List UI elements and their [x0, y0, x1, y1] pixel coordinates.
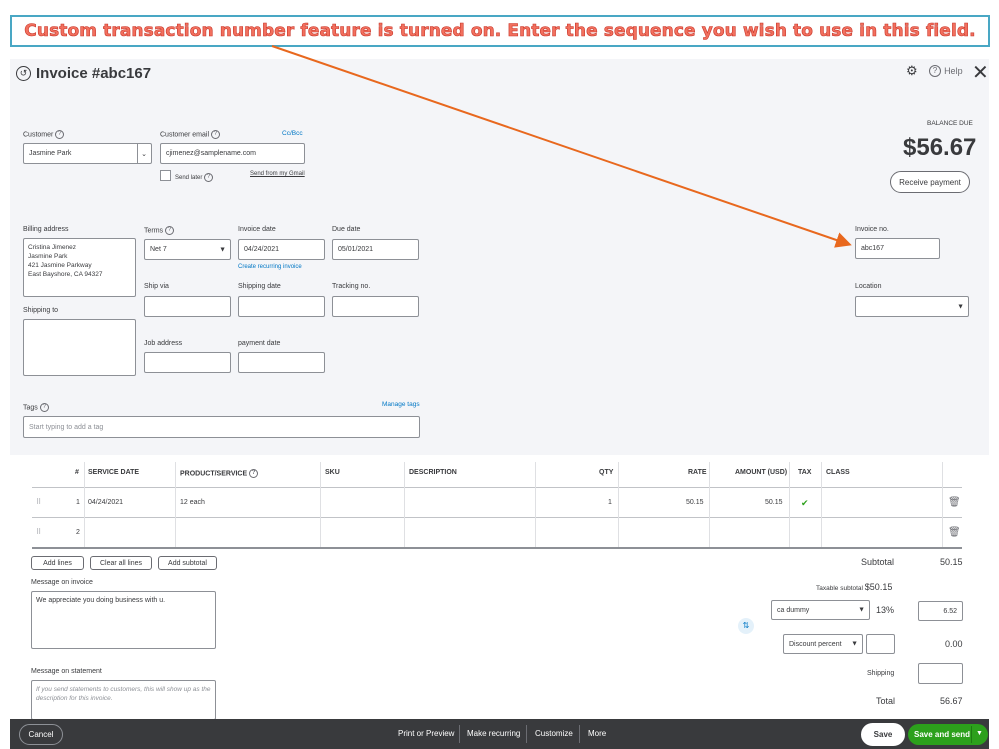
- col-divider: [535, 462, 536, 547]
- message-invoice-field[interactable]: We appreciate you doing business with u.: [31, 591, 216, 649]
- trash-icon[interactable]: 🗑: [948, 527, 961, 538]
- tax-percent: 13%: [876, 605, 895, 615]
- col-divider: [618, 462, 619, 547]
- shipping-label: Shipping: [867, 670, 895, 677]
- col-divider: [789, 462, 790, 547]
- message-statement-field[interactable]: If you send statements to customers, thi…: [31, 680, 216, 720]
- subtotal-label: Subtotal: [861, 557, 895, 567]
- table-divider: [32, 487, 962, 488]
- caret-down-icon[interactable]: ▼: [976, 730, 983, 737]
- col-header-sku: SKU: [325, 469, 340, 476]
- discount-value-field[interactable]: [866, 634, 895, 654]
- tax-rate-value: ca dummy: [777, 606, 810, 614]
- col-header-class: CLASS: [826, 469, 850, 476]
- col-header-rate: RATE: [688, 469, 707, 476]
- save-and-send-label: Save and send: [914, 730, 971, 739]
- discount-type-value: Discount percent: [789, 640, 842, 648]
- col-header-description: DESCRIPTION: [409, 469, 457, 476]
- cancel-button[interactable]: Cancel: [19, 724, 63, 745]
- save-and-send-button[interactable]: Save and send ▼: [908, 724, 988, 745]
- row-number: 2: [76, 529, 80, 536]
- add-lines-button[interactable]: Add lines: [31, 556, 84, 570]
- add-subtotal-button[interactable]: Add subtotal: [158, 556, 217, 570]
- caret-down-icon: ▼: [858, 606, 865, 614]
- table-divider: [32, 517, 962, 518]
- total-value: 56.67: [940, 696, 963, 706]
- make-recurring-button[interactable]: Make recurring: [467, 729, 520, 738]
- col-divider: [942, 462, 943, 547]
- message-statement-label: Message on statement: [31, 668, 102, 675]
- col-divider: [821, 462, 822, 547]
- footer-divider: [579, 725, 580, 743]
- row-qty[interactable]: 1: [608, 499, 612, 506]
- footer-divider: [526, 725, 527, 743]
- row-amount[interactable]: 50.15: [765, 499, 783, 506]
- taxable-subtotal: Taxable subtotal $50.15: [816, 582, 893, 592]
- customize-button[interactable]: Customize: [535, 729, 573, 738]
- col-divider: [320, 462, 321, 547]
- col-divider: [709, 462, 710, 547]
- discount-amount: 0.00: [945, 639, 963, 649]
- tax-check-icon[interactable]: ✔: [801, 498, 809, 509]
- drag-handle-icon[interactable]: ⠿: [36, 498, 41, 506]
- more-button[interactable]: More: [588, 729, 606, 738]
- row-rate[interactable]: 50.15: [686, 499, 704, 506]
- tax-rate-select[interactable]: ca dummy ▼: [771, 600, 870, 620]
- info-icon: ?: [249, 469, 259, 478]
- subtotal-value: 50.15: [940, 557, 963, 567]
- discount-type-select[interactable]: Discount percent ▼: [783, 634, 863, 654]
- col-divider: [404, 462, 405, 547]
- col-header-product: PRODUCT/SERVICE ?: [180, 469, 259, 478]
- tax-amount-field[interactable]: 6.52: [918, 601, 963, 621]
- message-invoice-label: Message on invoice: [31, 579, 93, 586]
- footer-divider: [459, 725, 460, 743]
- caret-down-icon: ▼: [851, 640, 858, 648]
- total-label: Total: [876, 696, 896, 706]
- save-button[interactable]: Save: [861, 723, 905, 746]
- trash-icon[interactable]: 🗑: [948, 497, 961, 508]
- col-header-tax: TAX: [798, 469, 812, 476]
- row-product[interactable]: 12 each: [180, 499, 205, 506]
- row-service-date[interactable]: 04/24/2021: [88, 499, 123, 506]
- col-header-num: #: [75, 469, 79, 476]
- print-preview-button[interactable]: Print or Preview: [398, 729, 454, 738]
- col-header-qty: QTY: [599, 469, 614, 476]
- row-number: 1: [76, 499, 80, 506]
- table-divider: [32, 547, 962, 549]
- drag-handle-icon[interactable]: ⠿: [36, 528, 41, 536]
- col-divider: [84, 462, 85, 547]
- col-header-amount: AMOUNT (USD): [735, 469, 788, 476]
- clear-all-lines-button[interactable]: Clear all lines: [90, 556, 152, 570]
- col-divider: [175, 462, 176, 547]
- swap-icon[interactable]: ⇅: [738, 618, 754, 634]
- shipping-field[interactable]: [918, 663, 963, 684]
- col-header-service-date: SERVICE DATE: [88, 469, 140, 476]
